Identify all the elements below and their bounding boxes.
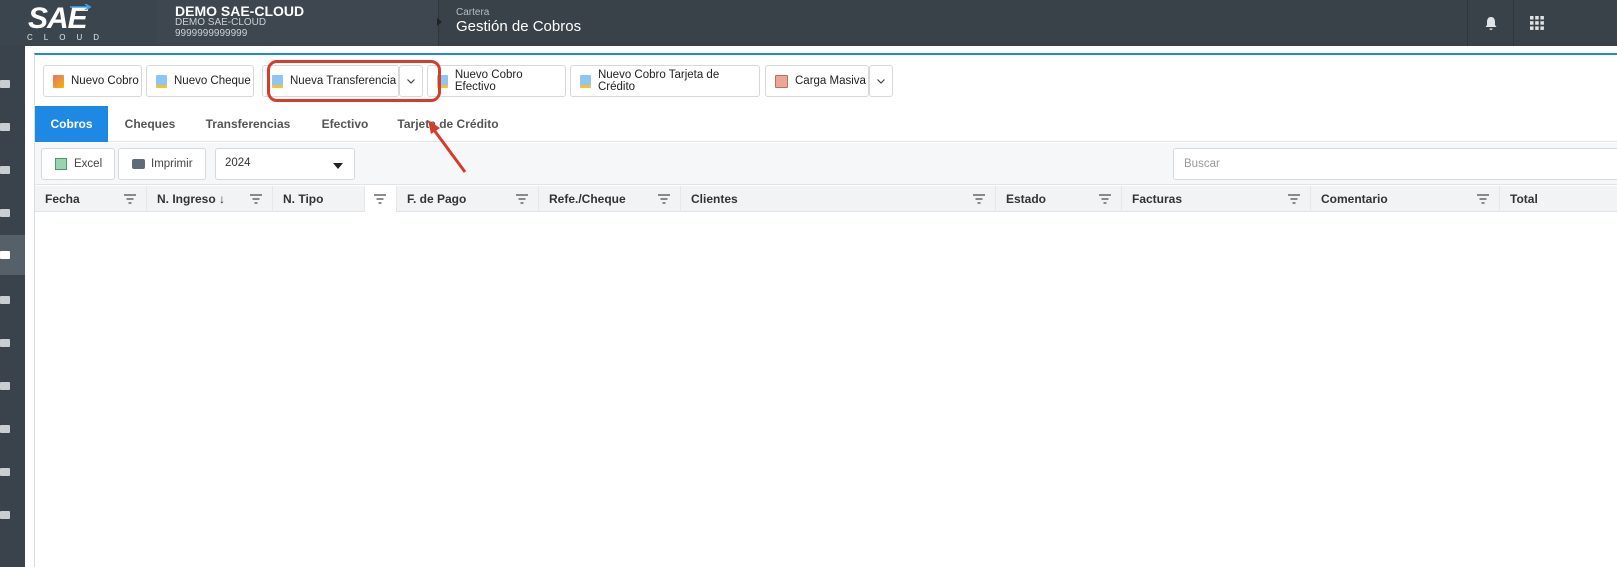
page-title: Gestión de Cobros — [456, 18, 582, 35]
column-header-estado[interactable]: Estado — [996, 186, 1122, 212]
sidebar — [0, 46, 25, 567]
nuevo-cobro-efectivo-label: Nuevo Cobro Efectivo — [454, 69, 523, 93]
tab-efectivo[interactable]: Efectivo — [310, 106, 380, 142]
sidebar-item-icon[interactable] — [0, 382, 10, 390]
apps-grid-icon — [1529, 16, 1544, 30]
wallet-icon — [0, 251, 10, 259]
payment-icon — [53, 74, 64, 88]
apps-menu-button[interactable] — [1513, 0, 1559, 46]
tab-cheques[interactable]: Cheques — [114, 106, 186, 142]
sidebar-item-active[interactable] — [0, 235, 25, 275]
column-label: Facturas — [1132, 192, 1183, 206]
sidebar-item-icon[interactable] — [0, 339, 10, 347]
filter-icon[interactable] — [1287, 193, 1301, 205]
bell-icon — [1485, 16, 1496, 30]
column-label: N. Ingreso ↓ — [157, 192, 226, 206]
carga-masiva-label: Carga Masiva — [795, 75, 866, 87]
breadcrumb-module: Cartera — [456, 7, 490, 18]
year-value: 2024 — [225, 157, 251, 169]
breadcrumb-separator-icon — [437, 18, 442, 26]
column-header-total[interactable]: Total — [1500, 186, 1617, 212]
filter-icon[interactable] — [657, 193, 671, 205]
excel-button[interactable]: Excel — [41, 148, 115, 180]
chevron-down-icon — [877, 78, 885, 84]
column-label: Total — [1510, 192, 1538, 206]
tab-cobros[interactable]: Cobros — [35, 106, 108, 142]
company-selector[interactable]: DEMO SAE-CLOUD DEMO SAE-CLOUD 9999999999… — [157, 0, 439, 46]
app-logo[interactable]: SAE CLOUD — [0, 0, 157, 46]
nuevo-cobro-button[interactable]: Nuevo Cobro — [43, 65, 142, 97]
imprimir-button[interactable]: Imprimir — [118, 148, 206, 180]
logo-subtext: CLOUD — [27, 33, 111, 42]
filter-icon[interactable] — [123, 193, 137, 205]
document-icon — [156, 74, 167, 88]
nuevo-cheque-label: Nuevo Cheque — [174, 75, 251, 87]
caret-down-icon — [333, 163, 343, 169]
grid-header: Fecha N. Ingreso ↓ N. Tipo F. de Pago Re… — [35, 186, 1617, 212]
highlight-box — [267, 60, 441, 102]
column-label: Refe./Cheque — [549, 192, 626, 206]
nuevo-cobro-efectivo-button[interactable]: Nuevo Cobro Efectivo — [427, 65, 566, 97]
nuevo-cobro-label: Nuevo Cobro — [71, 75, 139, 87]
column-label: F. de Pago — [407, 192, 467, 206]
sidebar-item-icon[interactable] — [0, 511, 10, 519]
column-label: Clientes — [691, 192, 738, 206]
imprimir-label: Imprimir — [151, 158, 193, 170]
filter-icon[interactable] — [972, 193, 986, 205]
sidebar-item-icon[interactable] — [0, 468, 10, 476]
column-label: Estado — [1006, 192, 1047, 206]
nuevo-cobro-tarjeta-button[interactable]: Nuevo Cobro Tarjeta de Crédito — [570, 65, 760, 97]
sidebar-item-icon[interactable] — [0, 80, 10, 88]
notifications-button[interactable] — [1467, 0, 1513, 46]
column-header-comentario[interactable]: Comentario — [1311, 186, 1500, 212]
column-header-fecha[interactable]: Fecha — [35, 186, 147, 212]
column-header-n-ingreso[interactable]: N. Ingreso ↓ — [147, 186, 273, 212]
company-id: 9999999999999 — [175, 28, 248, 39]
excel-label: Excel — [74, 158, 103, 170]
printer-icon — [132, 159, 145, 169]
upload-icon — [775, 74, 788, 88]
search-input[interactable]: Buscar — [1173, 148, 1617, 180]
column-label: Fecha — [45, 192, 80, 206]
top-bar: SAE CLOUD DEMO SAE-CLOUD DEMO SAE-CLOUD … — [0, 0, 1617, 46]
nuevo-cheque-button[interactable]: Nuevo Cheque — [146, 65, 254, 97]
filter-icon[interactable] — [1476, 193, 1490, 205]
carga-masiva-dropdown[interactable] — [869, 65, 893, 97]
tab-transferencias[interactable]: Transferencias — [198, 106, 298, 142]
main-panel: Nuevo Cobro Nuevo Cheque Nueva Transfere… — [34, 53, 1617, 567]
column-header-f-de-pago[interactable]: F. de Pago — [397, 186, 539, 212]
sidebar-item-icon[interactable] — [0, 123, 10, 131]
tab-bar: Cobros Cheques Transferencias Efectivo T… — [35, 106, 1617, 142]
column-label: N. Tipo — [283, 192, 324, 206]
column-header-facturas[interactable]: Facturas — [1122, 186, 1311, 212]
carga-masiva-button[interactable]: Carga Masiva — [765, 65, 869, 97]
search-placeholder: Buscar — [1184, 158, 1220, 170]
column-header-clientes[interactable]: Clientes — [681, 186, 996, 212]
document-icon — [580, 74, 591, 88]
filter-bar: Excel Imprimir 2024 Buscar — [35, 143, 1617, 185]
filter-icon[interactable] — [1098, 193, 1112, 205]
logo-arrow-icon — [70, 4, 92, 10]
sidebar-item-icon[interactable] — [0, 166, 10, 174]
column-label: Comentario — [1321, 192, 1388, 206]
company-subtitle: DEMO SAE-CLOUD — [175, 17, 267, 28]
filter-icon[interactable] — [249, 193, 263, 205]
excel-icon — [55, 158, 67, 170]
column-filter-n-tipo[interactable] — [365, 186, 397, 212]
year-select[interactable]: 2024 — [215, 148, 355, 180]
sidebar-item-icon[interactable] — [0, 296, 10, 304]
filter-icon[interactable] — [373, 193, 387, 205]
sidebar-item-icon[interactable] — [0, 209, 10, 217]
column-header-refe-cheque[interactable]: Refe./Cheque — [539, 186, 681, 212]
filter-icon[interactable] — [515, 193, 529, 205]
column-header-n-tipo[interactable]: N. Tipo — [273, 186, 365, 212]
nuevo-cobro-tarjeta-label: Nuevo Cobro Tarjeta de Crédito — [597, 69, 720, 93]
sidebar-item-icon[interactable] — [0, 425, 10, 433]
annotation-arrow-icon — [428, 120, 467, 173]
